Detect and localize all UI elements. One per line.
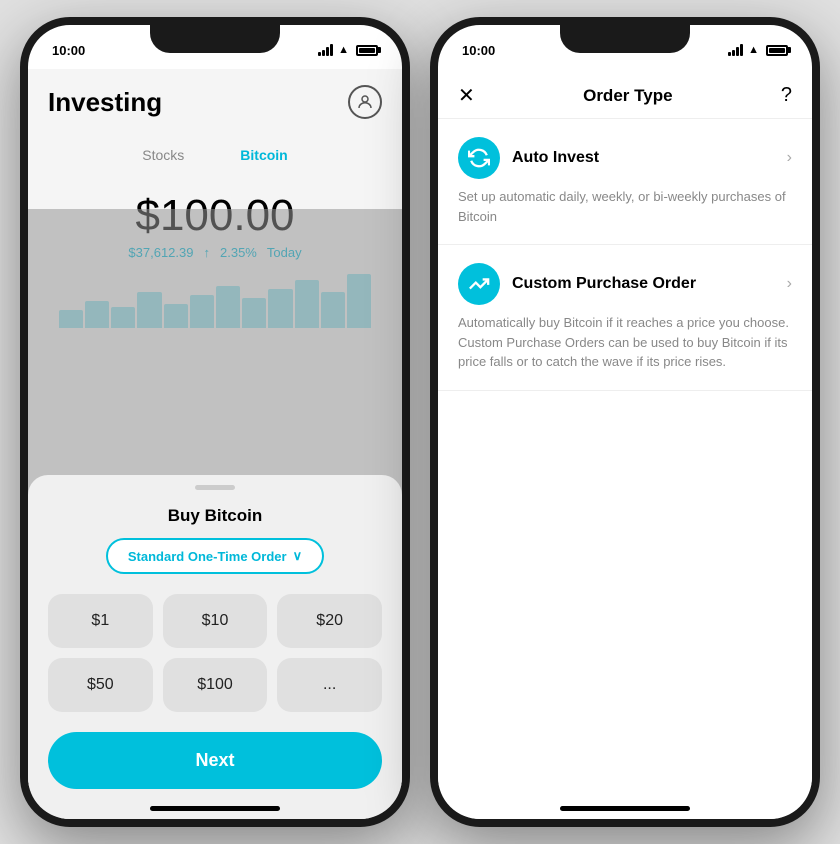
status-bar-right: 10:00 ▲ [438, 25, 812, 69]
auto-invest-desc: Set up automatic daily, weekly, or bi-we… [458, 187, 792, 226]
amount-btn-50[interactable]: $50 [48, 658, 153, 712]
sheet-handle [195, 485, 235, 490]
auto-invest-name: Auto Invest [512, 149, 599, 167]
page-title: Investing [48, 87, 162, 118]
custom-purchase-name: Custom Purchase Order [512, 275, 696, 293]
chevron-down-icon: ∨ [293, 548, 303, 564]
wifi-icon: ▲ [338, 44, 349, 56]
auto-invest-left: Auto Invest [458, 137, 599, 179]
right-screen: ✕ Order Type ? Auto Invest › [438, 69, 812, 819]
amount-btn-20[interactable]: $20 [277, 594, 382, 648]
time-right: 10:00 [462, 43, 495, 58]
order-type-selector[interactable]: Standard One-Time Order ∨ [106, 538, 324, 574]
battery-icon [356, 45, 378, 56]
status-icons-right: ▲ [728, 44, 788, 56]
signal-icon-right [728, 44, 743, 56]
left-phone: 10:00 ▲ Investing Stocks Bitcoin [20, 17, 410, 827]
next-button[interactable]: Next [48, 732, 382, 789]
custom-purchase-chevron: › [787, 275, 792, 293]
custom-purchase-icon [458, 263, 500, 305]
amount-btn-100[interactable]: $100 [163, 658, 268, 712]
battery-icon-right [766, 45, 788, 56]
left-screen: Investing Stocks Bitcoin $100.00 $37,612… [28, 69, 402, 819]
time-left: 10:00 [52, 43, 85, 58]
auto-invest-header: Auto Invest › [458, 137, 792, 179]
order-type-label: Standard One-Time Order [128, 549, 287, 564]
bottom-sheet-overlay: Buy Bitcoin Standard One-Time Order ∨ $1… [28, 209, 402, 819]
custom-purchase-left: Custom Purchase Order [458, 263, 696, 305]
auto-invest-icon [458, 137, 500, 179]
profile-button[interactable] [348, 85, 382, 119]
help-button[interactable]: ? [781, 84, 792, 107]
home-indicator-left [150, 806, 280, 811]
sheet-title: Buy Bitcoin [48, 506, 382, 526]
amount-grid: $1 $10 $20 $50 $100 ... [48, 594, 382, 712]
auto-invest-option[interactable]: Auto Invest › Set up automatic daily, we… [438, 119, 812, 245]
modal-header: ✕ Order Type ? [438, 69, 812, 119]
wifi-icon-right: ▲ [748, 44, 759, 56]
status-icons-left: ▲ [318, 44, 378, 56]
custom-purchase-desc: Automatically buy Bitcoin if it reaches … [458, 313, 792, 372]
amount-btn-more[interactable]: ... [277, 658, 382, 712]
close-button[interactable]: ✕ [458, 83, 475, 108]
bottom-sheet: Buy Bitcoin Standard One-Time Order ∨ $1… [28, 475, 402, 819]
tab-stocks[interactable]: Stocks [114, 139, 212, 171]
amount-btn-10[interactable]: $10 [163, 594, 268, 648]
right-phone: 10:00 ▲ ✕ Order Type ? [430, 17, 820, 827]
tab-bitcoin[interactable]: Bitcoin [212, 139, 315, 171]
investing-header: Investing [28, 69, 402, 135]
tabs-row: Stocks Bitcoin [28, 135, 402, 183]
auto-invest-chevron: › [787, 149, 792, 167]
custom-purchase-header: Custom Purchase Order › [458, 263, 792, 305]
amount-btn-1[interactable]: $1 [48, 594, 153, 648]
custom-purchase-option[interactable]: Custom Purchase Order › Automatically bu… [438, 245, 812, 391]
home-indicator-right [560, 806, 690, 811]
modal-title: Order Type [583, 86, 672, 106]
signal-icon [318, 44, 333, 56]
status-bar-left: 10:00 ▲ [28, 25, 402, 69]
